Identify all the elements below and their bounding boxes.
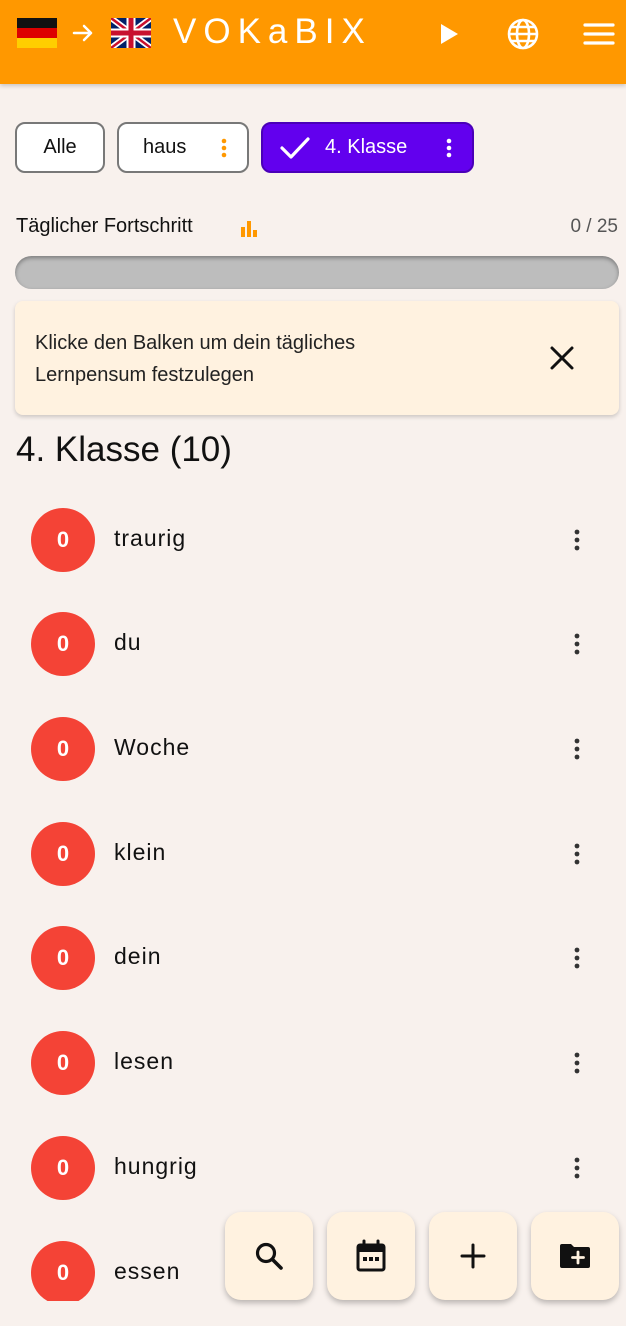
app-bar: VOKaBIX <box>0 0 626 84</box>
language-button[interactable] <box>501 14 545 54</box>
close-icon[interactable] <box>547 343 577 373</box>
chip-haus[interactable]: haus <box>117 122 249 173</box>
arrow-right-icon <box>70 18 96 53</box>
calendar-icon <box>356 1239 386 1272</box>
word-label: du <box>114 629 142 655</box>
score-badge: 0 <box>31 926 95 990</box>
tip-text: Klicke den Balken um dein tägliches Lern… <box>35 332 356 386</box>
globe-icon <box>507 18 539 50</box>
play-button[interactable] <box>426 14 470 54</box>
search-icon <box>255 1242 283 1270</box>
word-label: klein <box>114 839 167 865</box>
menu-icon <box>583 23 615 45</box>
list-item[interactable]: 0 klein <box>0 822 626 926</box>
score-badge: 0 <box>31 822 95 886</box>
score-badge: 0 <box>31 1241 95 1301</box>
add-folder-button[interactable] <box>531 1212 619 1300</box>
more-vert-icon[interactable] <box>567 527 587 553</box>
score-badge: 0 <box>31 612 95 676</box>
add-icon <box>460 1243 486 1269</box>
app-logo: VOKaBIX <box>173 12 372 51</box>
list-item[interactable]: 0 Woche <box>0 717 626 821</box>
score-badge: 0 <box>31 1136 95 1200</box>
score-badge: 0 <box>31 508 95 572</box>
score-badge: 0 <box>31 717 95 781</box>
add-word-button[interactable] <box>429 1212 517 1300</box>
tip-card: Klicke den Balken um dein tägliches Lern… <box>15 301 619 415</box>
list-title: 4. Klasse (10) <box>16 430 232 469</box>
more-vert-icon[interactable] <box>567 945 587 971</box>
word-label: essen <box>114 1258 181 1284</box>
list-item[interactable]: 0 du <box>0 612 626 716</box>
uk-flag-icon <box>111 18 151 48</box>
more-vert-icon[interactable] <box>567 841 587 867</box>
german-flag-icon <box>17 18 57 48</box>
daily-progress-bar[interactable] <box>15 256 619 289</box>
chip-haus-label: haus <box>143 136 187 158</box>
more-vert-icon[interactable] <box>567 1155 587 1181</box>
more-vert-icon[interactable] <box>221 137 227 165</box>
more-vert-icon[interactable] <box>446 137 452 165</box>
word-label: traurig <box>114 525 187 551</box>
chip-all-label: Alle <box>43 136 77 158</box>
search-button[interactable] <box>225 1212 313 1300</box>
score-badge: 0 <box>31 1031 95 1095</box>
daily-progress-label: Täglicher Fortschritt <box>16 215 193 237</box>
chip-all[interactable]: Alle <box>15 122 105 173</box>
play-icon <box>441 24 458 44</box>
menu-button[interactable] <box>577 14 621 54</box>
list-item[interactable]: 0 lesen <box>0 1031 626 1135</box>
check-icon <box>279 135 311 167</box>
more-vert-icon[interactable] <box>567 631 587 657</box>
word-label: Woche <box>114 734 191 760</box>
list-item[interactable]: 0 traurig <box>0 508 626 612</box>
add-folder-icon <box>560 1244 590 1268</box>
calendar-button[interactable] <box>327 1212 415 1300</box>
bar-chart-icon[interactable] <box>239 218 259 243</box>
word-label: hungrig <box>114 1153 198 1179</box>
more-vert-icon[interactable] <box>567 1050 587 1076</box>
word-label: dein <box>114 943 162 969</box>
word-label: lesen <box>114 1048 174 1074</box>
daily-progress-count: 0 / 25 <box>570 216 618 237</box>
chip-4-klasse-selected[interactable]: 4. Klasse <box>261 122 474 173</box>
chip-4-klasse-label: 4. Klasse <box>325 136 408 158</box>
more-vert-icon[interactable] <box>567 736 587 762</box>
list-item[interactable]: 0 dein <box>0 926 626 1030</box>
